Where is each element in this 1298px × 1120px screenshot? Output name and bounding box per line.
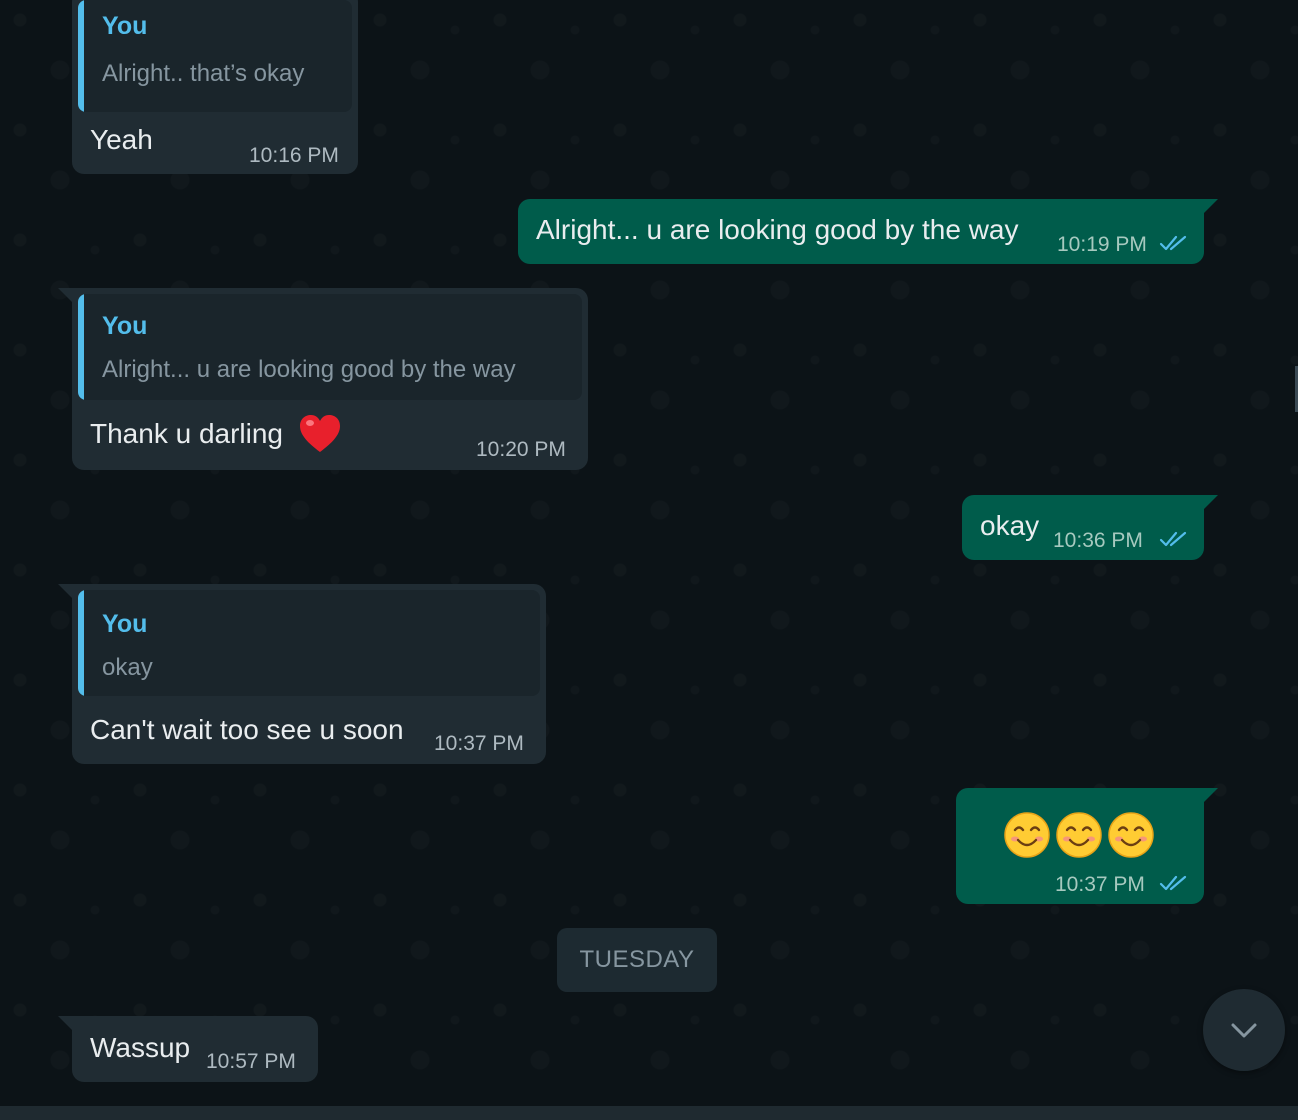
- outgoing-message[interactable]: okay 10:36 PM: [962, 495, 1218, 560]
- quoted-message[interactable]: You okay: [78, 590, 540, 696]
- message-time: 10:37 PM: [1055, 873, 1145, 896]
- scroll-to-bottom-button[interactable]: [1203, 989, 1285, 1071]
- quoted-message[interactable]: You Alright.. that’s okay: [78, 0, 352, 112]
- smiling-face-icon: [1004, 812, 1050, 858]
- message-time: 10:37 PM: [434, 732, 524, 755]
- quote-author: You: [102, 610, 148, 638]
- message-time: 10:16 PM: [249, 144, 339, 167]
- red-heart-icon: [300, 415, 340, 452]
- double-check-icon: [1159, 531, 1187, 547]
- date-separator: TUESDAY: [557, 928, 717, 992]
- chat-panel: You Alright.. that’s okay Yeah 10:16 PM …: [0, 0, 1298, 1120]
- quote-author: You: [102, 312, 148, 340]
- message-text: Thank u darling: [90, 418, 284, 449]
- message-text: Can't wait too see u soon: [90, 714, 404, 745]
- double-check-icon: [1159, 875, 1187, 891]
- bubble-tail: [1202, 199, 1218, 215]
- quote-accent-bar: [78, 590, 84, 696]
- incoming-message[interactable]: You okay Can't wait too see u soon 10:37…: [58, 584, 546, 764]
- quote-accent-bar: [78, 0, 84, 112]
- bubble-tail: [1202, 495, 1218, 511]
- quote-accent-bar: [78, 294, 84, 400]
- chevron-down-icon: [1231, 1023, 1257, 1038]
- double-check-icon: [1159, 235, 1187, 251]
- message-text: Wassup: [90, 1032, 191, 1063]
- quote-text: Alright... u are looking good by the way: [102, 356, 516, 383]
- quote-text: okay: [102, 654, 153, 681]
- smiling-face-icon: [1108, 812, 1154, 858]
- incoming-message[interactable]: You Alright... u are looking good by the…: [58, 288, 588, 470]
- bubble-tail: [58, 1016, 74, 1032]
- message-text: Yeah: [90, 124, 153, 155]
- smiling-face-icon: [1056, 812, 1102, 858]
- quoted-message[interactable]: You Alright... u are looking good by the…: [78, 294, 582, 400]
- incoming-message[interactable]: Wassup 10:57 PM: [58, 1016, 318, 1082]
- message-text: okay: [980, 510, 1040, 541]
- incoming-message[interactable]: You Alright.. that’s okay Yeah 10:16 PM: [72, 0, 358, 174]
- quote-text: Alright.. that’s okay: [102, 60, 305, 87]
- composer-edge: [0, 1106, 1298, 1120]
- message-time: 10:36 PM: [1053, 529, 1143, 552]
- outgoing-message[interactable]: Alright... u are looking good by the way…: [518, 199, 1218, 264]
- outgoing-message[interactable]: 10:37 PM: [956, 788, 1218, 904]
- quote-author: You: [102, 12, 148, 40]
- message-text: Alright... u are looking good by the way: [536, 214, 1019, 245]
- message-time: 10:19 PM: [1057, 233, 1147, 256]
- message-time: 10:20 PM: [476, 438, 566, 461]
- bubble-tail: [1202, 788, 1218, 804]
- bubble-tail: [58, 584, 74, 600]
- bubble-tail: [58, 288, 74, 304]
- message-time: 10:57 PM: [206, 1050, 296, 1073]
